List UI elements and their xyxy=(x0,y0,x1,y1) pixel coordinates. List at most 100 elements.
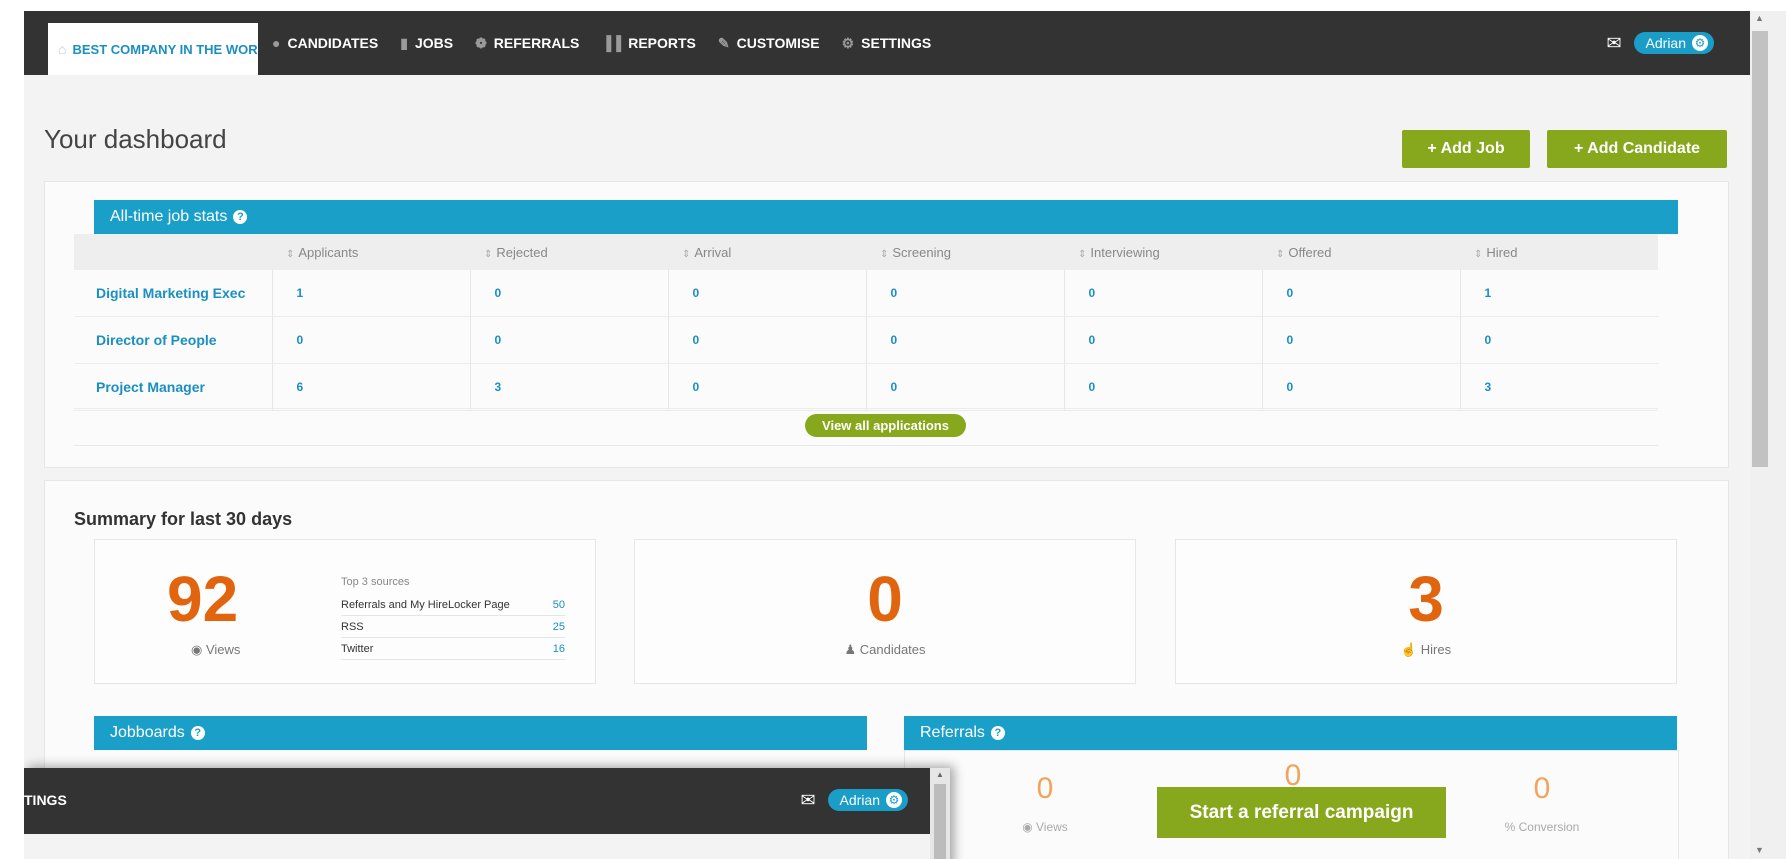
help-icon[interactable]: ? xyxy=(233,210,248,224)
sort-icon: ⇕ xyxy=(484,248,493,260)
help-icon[interactable]: ? xyxy=(990,726,1005,740)
nav-item-candidates[interactable]: ● CANDIDATES xyxy=(272,35,378,51)
start-referral-campaign-button[interactable]: Start a referral campaign xyxy=(1157,787,1446,838)
nav-item-settings[interactable]: ⚙ SETTINGS xyxy=(842,35,932,52)
thumbs-up-icon: ☝ xyxy=(1400,642,1418,657)
scrollbar-thumb[interactable] xyxy=(1752,31,1768,467)
mail-icon[interactable]: ✉ xyxy=(800,790,815,811)
view-all-applications-button[interactable]: View all applications xyxy=(805,414,966,437)
nav-tab-home[interactable]: ⌂ BEST COMPANY IN THE WORLD xyxy=(48,23,258,75)
nav-item-label: JOBS xyxy=(414,35,454,51)
table-cell[interactable]: 3 xyxy=(469,363,668,411)
top-sources: Top 3 sources Referrals and My HireLocke… xyxy=(341,576,565,660)
table-cell[interactable]: 6 xyxy=(271,363,470,411)
user-name: Adrian xyxy=(1645,35,1686,51)
table-cell[interactable]: 0 xyxy=(1063,363,1262,411)
scroll-down-arrow-icon[interactable]: ▼ xyxy=(1755,845,1764,855)
table-cell[interactable]: 0 xyxy=(865,363,1064,411)
view-all-row: View all applications xyxy=(74,408,1658,446)
table-row: Project Manager 6 3 0 0 0 0 3 xyxy=(74,363,1658,411)
column-header[interactable]: ⇕ Applicants xyxy=(272,234,470,270)
nav-item-jobs[interactable]: ▮ JOBS xyxy=(400,35,453,52)
main-scrollbar[interactable]: ▲ ▼ xyxy=(1750,11,1786,859)
source-row: Referrals and My HireLocker Page 50 xyxy=(341,594,565,616)
table-cell[interactable]: 0 xyxy=(1459,316,1658,364)
table-cell[interactable]: 3 xyxy=(1459,363,1658,411)
referral-views-label-group: ◉ Views xyxy=(985,820,1105,834)
table-cell[interactable]: 0 xyxy=(667,363,866,411)
overlay-scrollbar[interactable]: ▲ xyxy=(930,768,950,859)
bar-chart-icon: ▐▐ xyxy=(601,35,622,51)
overlay-window: TINGS ✉ Adrian ⚙ ▲ xyxy=(24,768,950,859)
nav-item-label: REFERRALS xyxy=(493,35,580,51)
home-icon: ⌂ xyxy=(58,41,67,57)
sort-icon: ⇕ xyxy=(880,248,889,260)
column-header[interactable]: ⇕ Screening xyxy=(866,234,1064,270)
page-title: Your dashboard xyxy=(44,124,227,154)
user-menu-button[interactable]: Adrian ⚙ xyxy=(1633,32,1714,54)
candidates-stat-box: 0 ♟ Candidates xyxy=(634,539,1136,684)
table-cell[interactable]: 0 xyxy=(1261,316,1460,364)
document-icon: ▮ xyxy=(400,34,408,51)
views-stat-box: 92 ◉ Views Top 3 sources Referrals and M… xyxy=(94,539,596,684)
table-cell[interactable]: 0 xyxy=(1063,270,1262,317)
hires-stat-box: 3 ☝ Hires xyxy=(1175,539,1677,684)
scroll-up-arrow-icon[interactable]: ▲ xyxy=(1755,13,1764,23)
job-name-link[interactable]: Digital Marketing Exec xyxy=(74,270,272,317)
table-cell[interactable]: 0 xyxy=(469,316,668,364)
table-cell[interactable]: 1 xyxy=(271,270,470,317)
column-header[interactable]: ⇕ Offered xyxy=(1262,234,1460,270)
source-value: 16 xyxy=(552,642,565,655)
source-row: RSS 25 xyxy=(341,616,565,638)
jobboards-header: Jobboards ? xyxy=(94,716,867,750)
add-candidate-button[interactable]: + Add Candidate xyxy=(1547,130,1727,168)
overlay-user-menu-button[interactable]: Adrian ⚙ xyxy=(827,789,908,811)
table-cell[interactable]: 0 xyxy=(271,316,470,364)
add-job-button[interactable]: + Add Job xyxy=(1402,130,1530,168)
referral-conversion-label: % Conversion xyxy=(1504,820,1580,834)
overlay-user-area: ✉ Adrian ⚙ xyxy=(800,768,908,832)
hires-label: Hires xyxy=(1420,642,1452,657)
nav-item-reports[interactable]: ▐▐ REPORTS xyxy=(601,35,696,51)
top-sources-heading: Top 3 sources xyxy=(341,576,410,588)
gear-icon: ⚙ xyxy=(1692,35,1708,51)
column-header[interactable]: ⇕ Interviewing xyxy=(1064,234,1262,270)
table-cell[interactable]: 0 xyxy=(1261,270,1460,317)
referral-conversion-value: 0 xyxy=(1533,772,1551,805)
hires-label-group: ☝ Hires xyxy=(1176,642,1676,658)
table-cell[interactable]: 0 xyxy=(1261,363,1460,411)
summary-title: Summary for last 30 days xyxy=(74,509,293,529)
people-icon: ♟ xyxy=(844,642,857,657)
views-value: 92 xyxy=(167,563,239,635)
column-header[interactable]: ⇕ Rejected xyxy=(470,234,668,270)
sort-icon: ⇕ xyxy=(1078,248,1087,260)
sort-icon: ⇕ xyxy=(286,248,295,260)
table-cell[interactable]: 0 xyxy=(1063,316,1262,364)
table-cell[interactable]: 1 xyxy=(1459,270,1658,317)
table-cell[interactable]: 0 xyxy=(865,316,1064,364)
table-cell[interactable]: 0 xyxy=(865,270,1064,317)
nav-menu: ● CANDIDATES ▮ JOBS ❁ REFERRALS ▐▐ REPOR… xyxy=(272,11,953,75)
source-value: 25 xyxy=(552,620,565,633)
help-icon[interactable]: ? xyxy=(190,726,205,740)
job-name-link[interactable]: Project Manager xyxy=(74,363,272,411)
nav-user-area: ✉ Adrian ⚙ xyxy=(1606,11,1714,75)
scroll-up-arrow-icon[interactable]: ▲ xyxy=(936,770,944,779)
table-row: Digital Marketing Exec 1 0 0 0 0 0 1 xyxy=(74,270,1658,317)
overlay-nav-settings[interactable]: TINGS xyxy=(24,792,67,808)
column-header[interactable]: ⇕ Hired xyxy=(1460,234,1658,270)
candidates-label: Candidates xyxy=(859,642,926,657)
scrollbar-thumb[interactable] xyxy=(934,784,946,859)
top-navbar: ⌂ BEST COMPANY IN THE WORLD ● CANDIDATES… xyxy=(24,11,1750,75)
nav-item-customise[interactable]: ✎ CUSTOMISE xyxy=(718,35,820,52)
source-name: RSS xyxy=(341,620,364,633)
column-header[interactable]: ⇕ Arrival xyxy=(668,234,866,270)
table-cell[interactable]: 0 xyxy=(667,316,866,364)
job-name-link[interactable]: Director of People xyxy=(74,316,272,364)
nav-item-label: REPORTS xyxy=(628,35,696,51)
jobboards-title: Jobboards xyxy=(110,724,185,741)
mail-icon[interactable]: ✉ xyxy=(1606,33,1621,54)
nav-item-referrals[interactable]: ❁ REFERRALS xyxy=(475,35,579,52)
table-cell[interactable]: 0 xyxy=(469,270,668,317)
table-cell[interactable]: 0 xyxy=(667,270,866,317)
